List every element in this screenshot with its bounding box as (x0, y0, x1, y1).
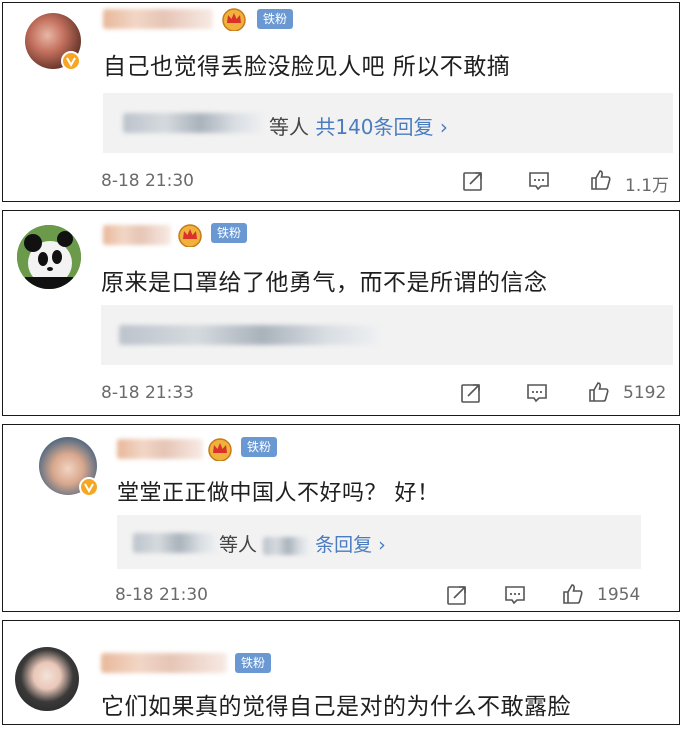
comment-card: 铁粉 堂堂正正做中国人不好吗？ 好！ 等人 条回复 › 8-18 21:30 1… (2, 424, 680, 612)
comment-card: 铁粉 原来是口罩给了他勇气，而不是所谓的信念 8-18 21:33 5192 (2, 210, 680, 416)
verified-icon (61, 51, 81, 71)
timestamp: 8-18 21:30 (101, 171, 194, 191)
reply-users (133, 533, 217, 553)
reply-summary[interactable]: 等人 共140条回复 › (269, 111, 448, 140)
username[interactable] (117, 439, 203, 459)
username[interactable] (101, 653, 227, 673)
fan-badge: 铁粉 (241, 437, 278, 457)
comment-card: 铁粉 它们如果真的觉得自己是对的为什么不敢露脸 (2, 620, 680, 725)
reply-users (123, 113, 263, 133)
fan-badge: 铁粉 (235, 653, 272, 673)
username[interactable] (103, 225, 171, 245)
comment-card: 铁粉 自己也觉得丢脸没脸见人吧 所以不敢摘 等人 共140条回复 › 8-18 … (2, 2, 680, 202)
crown-icon (222, 8, 246, 31)
like-count: 5192 (623, 383, 667, 403)
comment-icon[interactable] (525, 381, 549, 405)
crown-icon (208, 438, 232, 461)
reply-summary (119, 325, 379, 345)
share-icon[interactable] (445, 583, 469, 607)
comment-text: 堂堂正正做中国人不好吗？ 好！ (117, 481, 440, 506)
comment-icon[interactable] (503, 583, 527, 607)
comment-text: 它们如果真的觉得自己是对的为什么不敢露脸 (101, 694, 571, 720)
like-icon[interactable] (587, 380, 611, 404)
reply-box[interactable]: 等人 条回复 › (117, 515, 641, 569)
verified-icon (79, 477, 99, 497)
share-icon[interactable] (461, 169, 485, 193)
crown-icon (178, 224, 202, 247)
panda-avatar-icon (17, 225, 81, 289)
avatar[interactable] (17, 225, 81, 289)
reply-box[interactable]: 等人 共140条回复 › (103, 93, 673, 153)
reply-summary[interactable]: 等人 条回复 › (219, 530, 386, 557)
timestamp: 8-18 21:33 (101, 383, 194, 403)
comment-text: 原来是口罩给了他勇气，而不是所谓的信念 (101, 270, 548, 296)
like-icon[interactable] (561, 582, 585, 606)
timestamp: 8-18 21:30 (115, 585, 208, 605)
fan-badge: 铁粉 (211, 223, 248, 243)
fan-badge: 铁粉 (257, 9, 294, 29)
reply-count-blurred (263, 536, 310, 555)
avatar[interactable] (15, 647, 79, 711)
username[interactable] (103, 9, 213, 29)
comment-text: 自己也觉得丢脸没脸见人吧 所以不敢摘 (103, 54, 511, 80)
share-icon[interactable] (459, 381, 483, 405)
like-icon[interactable] (589, 168, 613, 192)
comment-icon[interactable] (527, 169, 551, 193)
like-count: 1.1万 (625, 176, 670, 196)
like-count: 1954 (597, 585, 641, 605)
reply-box[interactable] (101, 305, 673, 365)
